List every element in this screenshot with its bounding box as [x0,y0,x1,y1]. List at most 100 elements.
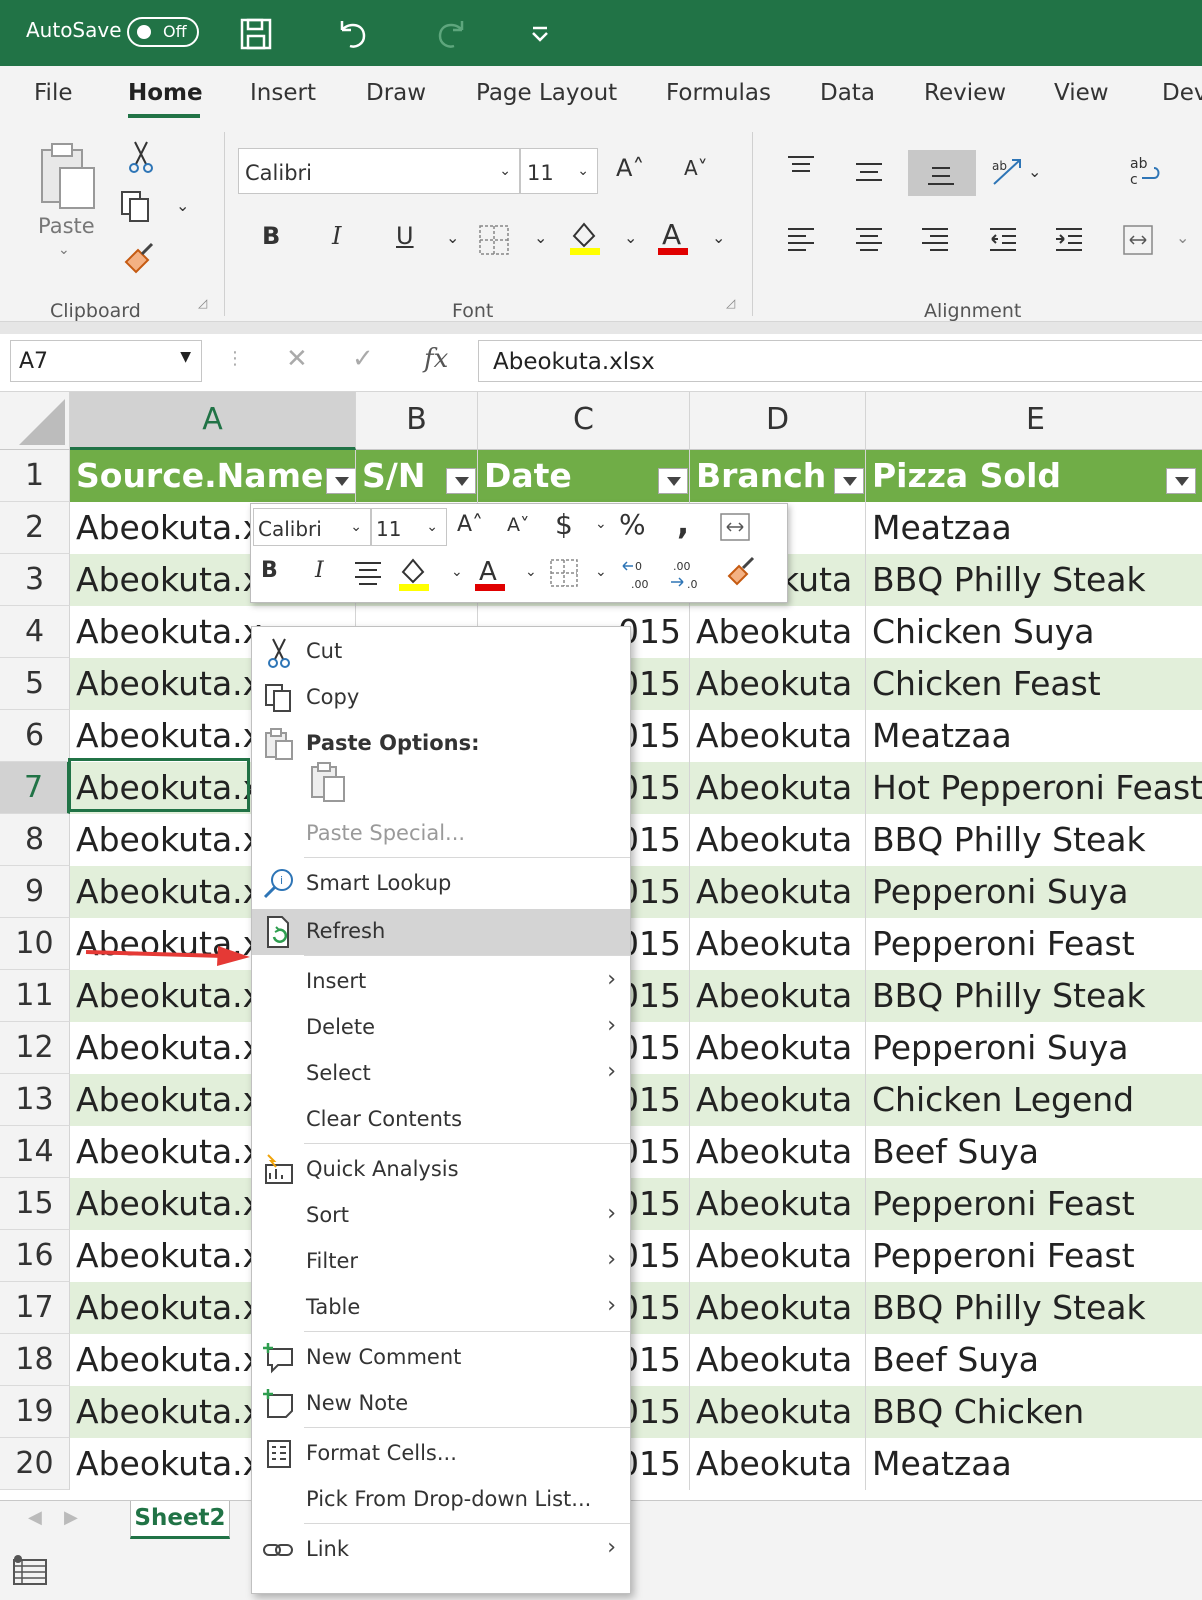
table-cell[interactable]: Abeokuta [690,866,866,918]
table-cell[interactable]: Beef Suya [866,1334,1202,1386]
underline-dropdown-icon[interactable]: ⌄ [446,228,459,247]
align-middle-icon[interactable] [854,160,884,186]
copy-icon[interactable] [120,190,156,224]
paste-dropdown-icon[interactable]: ⌄ [58,242,70,258]
table-cell[interactable]: Meatzaa [866,1438,1202,1490]
borders-dropdown-icon[interactable]: ⌄ [534,228,547,247]
wrap-text-icon[interactable]: abc [1128,154,1162,190]
formula-input[interactable]: Abeokuta.xlsx [478,340,1202,382]
table-cell[interactable]: Abeokuta [690,1334,866,1386]
mini-format-painter-icon[interactable] [725,556,757,588]
filter-dropdown-icon[interactable] [658,468,688,494]
align-left-icon[interactable] [786,226,816,254]
table-cell[interactable]: Chicken Feast [866,658,1202,710]
table-cell[interactable]: BBQ Philly Steak [866,814,1202,866]
mini-font-name-combo[interactable]: Calibri ⌄ [253,508,371,546]
table-cell[interactable]: Pepperoni Feast [866,1178,1202,1230]
row-header[interactable]: 14 [0,1126,70,1178]
row-header[interactable]: 6 [0,710,70,762]
percent-style-icon[interactable]: % [619,508,646,541]
align-right-icon[interactable] [920,226,950,254]
mini-merge-icon[interactable] [719,512,751,542]
row-header[interactable]: 9 [0,866,70,918]
row-header[interactable]: 3 [0,554,70,606]
menu-item-table[interactable]: Table › [252,1285,630,1331]
align-center-icon[interactable] [854,226,884,254]
row-header[interactable]: 15 [0,1178,70,1230]
orientation-icon[interactable]: ab [990,154,1024,188]
decrease-indent-icon[interactable] [988,226,1018,254]
menu-item-insert[interactable]: Insert › [252,959,630,1005]
increase-indent-icon[interactable] [1054,226,1084,254]
row-header[interactable]: 7 [0,762,70,814]
column-header-d[interactable]: D [690,392,866,450]
table-cell[interactable]: Chicken Legend [866,1074,1202,1126]
insert-function-icon[interactable]: fx [424,344,448,374]
font-name-combo[interactable]: Calibri ⌄ [238,148,520,194]
table-cell[interactable]: Abeokuta [690,1386,866,1438]
table-cell[interactable]: Meatzaa [866,710,1202,762]
menu-item-quick-analysis[interactable]: Quick Analysis [252,1147,630,1193]
align-bottom-button[interactable] [908,150,976,196]
table-cell[interactable]: Abeokuta [690,1282,866,1334]
tab-page-layout[interactable]: Page Layout [476,80,617,106]
table-cell[interactable]: Abeokuta [690,1178,866,1230]
menu-item-paste-special[interactable]: Paste Special... [252,811,630,857]
menu-item-link[interactable]: Link › [252,1527,630,1573]
table-cell[interactable]: Abeokuta [690,1074,866,1126]
row-header[interactable]: 2 [0,502,70,554]
tab-insert[interactable]: Insert [250,80,316,106]
filter-dropdown-icon[interactable] [1166,468,1196,494]
bold-icon[interactable]: B [262,222,280,250]
table-cell[interactable]: Abeokuta [690,814,866,866]
mini-bold-icon[interactable]: B [261,558,278,583]
row-header[interactable]: 17 [0,1282,70,1334]
menu-item-pick-from-list[interactable]: Pick From Drop-down List... [252,1477,630,1523]
row-header[interactable]: 4 [0,606,70,658]
table-cell[interactable]: BBQ Philly Steak [866,1282,1202,1334]
table-cell[interactable]: Meatzaa [866,502,1202,554]
save-icon[interactable] [238,16,274,52]
redo-icon[interactable] [434,16,470,52]
clipboard-launcher-icon[interactable]: ◿ [198,296,207,310]
mini-increase-font-icon[interactable]: A˄ [457,512,483,537]
fill-color-dropdown-icon[interactable]: ⌄ [624,228,637,247]
menu-item-delete[interactable]: Delete › [252,1005,630,1051]
table-cell[interactable]: Abeokuta [690,970,866,1022]
orientation-dropdown-icon[interactable]: ⌄ [1028,162,1041,181]
autosave-toggle[interactable]: Off [127,17,199,47]
table-header-cell[interactable]: Branch [690,450,866,502]
fill-color-icon[interactable] [568,218,602,256]
italic-icon[interactable]: I [332,222,341,250]
filter-dropdown-icon[interactable] [834,468,864,494]
currency-format-icon[interactable]: $ [555,508,573,541]
align-top-icon[interactable] [786,154,816,180]
menu-item-select[interactable]: Select › [252,1051,630,1097]
tab-view[interactable]: View [1054,80,1109,106]
currency-dropdown-icon[interactable]: ⌄ [595,516,607,532]
scroll-right-icon[interactable]: ▶ [64,1507,78,1528]
table-cell[interactable]: BBQ Philly Steak [866,554,1202,606]
enter-icon[interactable]: ✓ [352,344,374,374]
paste-icon[interactable] [36,142,98,224]
column-header-a[interactable]: A [70,392,356,450]
paste-label[interactable]: Paste [38,214,95,238]
table-header-cell[interactable]: S/N [356,450,478,502]
menu-item-cut[interactable]: Cut [252,629,630,675]
undo-icon[interactable] [334,16,370,52]
table-cell[interactable]: Abeokuta [690,1022,866,1074]
tab-formulas[interactable]: Formulas [666,80,771,106]
tab-review[interactable]: Review [924,80,1006,106]
table-header-cell[interactable]: Pizza Sold [866,450,1202,502]
table-cell[interactable]: Hot Pepperoni Feast [866,762,1202,814]
row-header[interactable]: 8 [0,814,70,866]
menu-item-clear-contents[interactable]: Clear Contents [252,1097,630,1143]
table-cell[interactable]: Abeokuta [690,918,866,970]
menu-item-sort[interactable]: Sort › [252,1193,630,1239]
table-header-cell[interactable]: Date [478,450,690,502]
row-header[interactable]: 10 [0,918,70,970]
mini-borders-dropdown-icon[interactable]: ⌄ [595,564,607,580]
row-header[interactable]: 18 [0,1334,70,1386]
row-header[interactable]: 5 [0,658,70,710]
mini-fill-color-icon[interactable] [397,554,431,592]
